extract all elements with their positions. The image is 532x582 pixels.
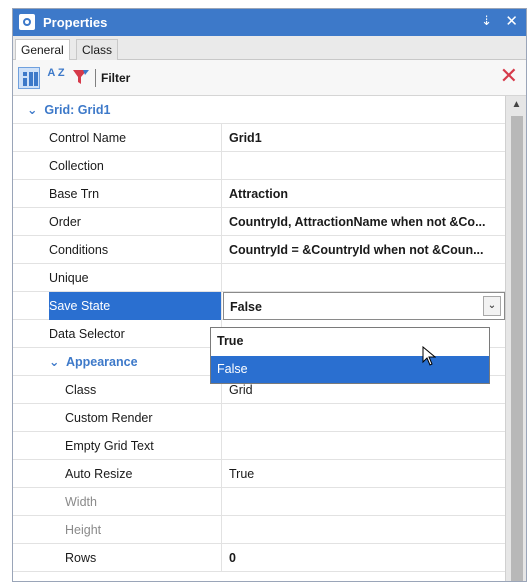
category-grid[interactable]: ⌄ Grid: Grid1 (13, 96, 505, 124)
scroll-thumb[interactable] (511, 116, 523, 581)
mouse-cursor-icon (422, 346, 436, 366)
property-row[interactable]: Order CountryId, AttractionName when not… (13, 208, 505, 236)
pin-icon[interactable]: ⇣ (481, 13, 492, 29)
property-row[interactable]: Control Name Grid1 (13, 124, 505, 152)
property-name: Width (65, 488, 222, 516)
property-value[interactable] (223, 432, 505, 460)
properties-app-icon (19, 14, 35, 30)
dropdown-option-true[interactable]: True (211, 328, 489, 355)
property-name: Conditions (49, 236, 222, 264)
property-value[interactable] (223, 264, 505, 292)
property-value[interactable]: Grid1 (223, 124, 505, 152)
toolbar: A Z Filter ✕ (13, 60, 526, 96)
property-name: Height (65, 516, 222, 544)
category-label: ⌄ Appearance (49, 355, 138, 369)
tab-strip: General Class (13, 36, 526, 61)
property-value[interactable] (223, 152, 505, 180)
property-row-save-state[interactable]: Save State False ⌄ (13, 292, 505, 320)
property-row[interactable]: Collection (13, 152, 505, 180)
dropdown-option-false[interactable]: False (211, 356, 489, 383)
tab-general[interactable]: General (15, 39, 70, 61)
filter-icon[interactable] (71, 67, 93, 89)
category-label: ⌄ Grid: Grid1 (27, 103, 111, 117)
property-row[interactable]: Auto Resize True (13, 460, 505, 488)
property-name: Control Name (49, 124, 222, 152)
filter-input[interactable] (133, 69, 493, 88)
property-name: Rows (65, 544, 222, 572)
property-row[interactable]: Base Trn Attraction (13, 180, 505, 208)
property-row[interactable]: Rows 0 (13, 544, 505, 572)
title-bar: Properties ⇣ ✕ (13, 9, 526, 36)
sort-alphabetical-icon[interactable]: A Z (45, 67, 67, 89)
save-state-select[interactable]: False ⌄ (223, 292, 505, 320)
save-state-value: False (230, 300, 262, 314)
property-value[interactable]: Attraction (223, 180, 505, 208)
property-row[interactable]: Custom Render (13, 404, 505, 432)
property-row[interactable]: Width (13, 488, 505, 516)
chevron-down-icon[interactable]: ⌄ (483, 296, 501, 316)
property-name: Save State (49, 292, 222, 320)
close-icon[interactable]: ✕ (505, 12, 518, 30)
property-name: Class (65, 376, 222, 404)
property-value[interactable]: True (223, 460, 505, 488)
clear-filter-icon[interactable]: ✕ (500, 65, 518, 87)
property-name: Unique (49, 264, 222, 292)
property-name: Order (49, 208, 222, 236)
property-value[interactable]: 0 (223, 544, 505, 572)
tab-class[interactable]: Class (76, 39, 119, 60)
property-value[interactable]: CountryId = &CountryId when not &Coun... (223, 236, 505, 264)
property-name: Collection (49, 152, 222, 180)
filter-label: Filter (101, 71, 131, 85)
properties-window: Properties ⇣ ✕ General Class A Z Filter … (12, 8, 527, 582)
property-name: Base Trn (49, 180, 222, 208)
property-row[interactable]: Height (13, 516, 505, 544)
property-name: Empty Grid Text (65, 432, 222, 460)
property-value[interactable] (223, 404, 505, 432)
property-value[interactable]: CountryId, AttractionName when not &Co..… (223, 208, 505, 236)
property-row[interactable]: Unique (13, 264, 505, 292)
property-name: Custom Render (65, 404, 222, 432)
property-value[interactable] (223, 488, 505, 516)
property-row[interactable]: Empty Grid Text (13, 432, 505, 460)
vertical-scrollbar[interactable]: ▲ (505, 96, 526, 581)
window-title: Properties (43, 15, 108, 30)
property-value[interactable] (223, 516, 505, 544)
toolbar-separator (95, 69, 96, 87)
save-state-dropdown: True False (210, 327, 490, 384)
property-row[interactable]: Conditions CountryId = &CountryId when n… (13, 236, 505, 264)
scroll-up-icon[interactable]: ▲ (506, 96, 526, 114)
property-name: Data Selector (49, 320, 222, 348)
property-name: Auto Resize (65, 460, 222, 488)
categorized-view-icon[interactable] (18, 67, 40, 89)
